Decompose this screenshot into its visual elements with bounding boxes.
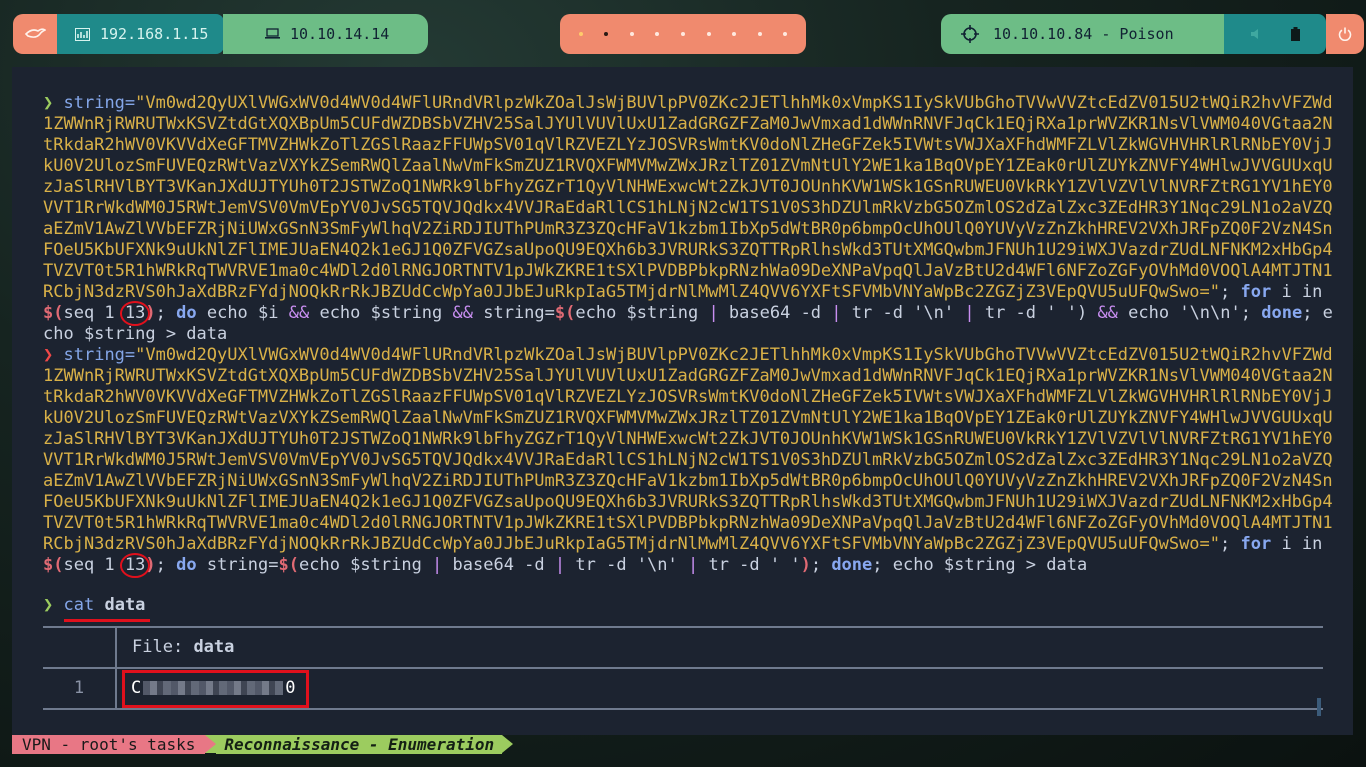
shell-keyword: for [1240,282,1272,302]
shell-keyword: done [831,555,873,575]
workspace-dot[interactable] [757,32,762,36]
shell-token: seq 1 [63,303,125,323]
cat-command: cat [63,595,95,615]
shell-operator: | [432,555,443,575]
workspace-dot[interactable] [578,32,583,36]
shell-token: string= [196,555,279,575]
crosshair-icon [961,25,979,43]
vpn-ip-text: 10.10.14.14 [290,25,390,43]
workspace-dot[interactable] [783,32,788,36]
shell-token: echo $string [309,303,453,323]
power-icon [1338,27,1352,41]
tmux-session[interactable]: VPN - root's tasks [12,735,206,754]
command-substitution: ) [145,303,156,323]
command-substitution: $( [43,555,64,575]
shell-token: i in [1271,534,1333,554]
shell-token: ; [1220,282,1241,302]
terminal-window[interactable]: ❯ string="Vm0wd2QyUXlVWGxWV0d4WV0d4WFlUR… [12,67,1353,735]
command-2: ❯ string="Vm0wd2QyUXlVWGxWV0d4WV0d4WFlUR… [43,345,1333,578]
app-menu-button[interactable] [13,14,57,54]
shell-token: tr -d ' ' [698,555,801,575]
bat-file-label: File: [132,637,184,657]
workspace-dot[interactable] [629,32,634,36]
shell-token: tr -d ' ') [974,303,1088,323]
tmux-window-active[interactable]: Reconnaissance - Enumeration [216,735,503,754]
command-1: ❯ string="Vm0wd2QyUXlVWGxWV0d4WV0d4WFlUR… [43,93,1333,345]
shell-token: echo $i [196,303,289,323]
command-2-var: string= [63,345,136,365]
vpn-ip-indicator: 10.10.14.14 [223,14,428,54]
target-indicator: 10.10.10.84 - Poison [941,14,1224,54]
command-substitution: $( [554,303,576,323]
shell-token: tr -d '\n' [565,555,688,575]
workspace-dot-active[interactable] [604,32,609,36]
shell-operator: | [554,555,566,575]
shell-token: echo '\n\n' [1128,303,1241,323]
shell-keyword: done [1261,303,1303,323]
bat-file-name: data [193,637,235,657]
workspace-dot[interactable] [655,32,660,36]
bat-output: File: data 1 C0 [43,626,1323,716]
command-3: ❯ cat data [43,595,150,622]
command-1-var: string= [63,93,136,113]
shell-operator: | [831,303,842,323]
shell-token: ; echo $string > data [872,555,1088,575]
command-2-base64-string: "Vm0wd2QyUXlVWGxWV0d4WV0d4WFlURndVRlpzWk… [43,345,1333,554]
command-substitution: ) [145,555,156,575]
shell-token: ; [1240,303,1262,323]
shell-token: base64 -d [442,555,555,575]
bat-line: 1 C0 [43,667,1323,708]
system-tray [1224,14,1326,54]
shell-keyword: do [176,303,197,323]
command-substitution: ) [800,555,811,575]
local-ip-text: 192.168.1.15 [100,25,209,43]
redaction-blur [143,680,284,695]
bird-icon [24,28,46,38]
shell-token: tr -d '\n' [841,303,965,323]
laptop-icon [265,28,280,39]
prompt-success-icon: ❯ [43,595,54,615]
workspace-switcher [560,14,806,54]
annotation-underline [64,619,150,622]
cat-arg: data [104,595,146,615]
command-substitution: $( [43,303,64,323]
tmux-status-bar: VPN - root's tasks Reconnaissance - Enum… [12,735,514,754]
shell-operator: | [964,303,975,323]
shell-token: i in [1271,282,1333,302]
shell-keyword: for [1240,534,1272,554]
prompt-error-icon: ❯ [43,345,54,365]
shell-token: base64 -d [718,303,832,323]
shell-token: ; [155,303,177,323]
shell-operator: && [1087,303,1129,323]
speaker-muted-icon[interactable] [1250,28,1264,40]
line-number: 1 [43,669,117,708]
bat-header: File: data [43,628,1323,667]
power-button[interactable] [1326,14,1364,54]
shell-operator: | [708,303,719,323]
shell-operator: && [288,303,310,323]
shell-token: ; [1220,534,1241,554]
workspace-dot[interactable] [706,32,711,36]
workspace-dot[interactable] [732,32,737,36]
shell-token: echo $string [298,555,433,575]
workspace-dot[interactable] [680,32,685,36]
command-1-base64-string: "Vm0wd2QyUXlVWGxWV0d4WV0d4WFlURndVRlpzWk… [43,93,1333,302]
target-text: 10.10.10.84 - Poison [993,25,1174,43]
battery-icon[interactable] [1291,27,1301,41]
shell-token: ; [810,555,832,575]
command-substitution: $( [278,555,299,575]
scrollbar-thumb[interactable] [1317,698,1321,716]
shell-operator: && [452,303,473,323]
shell-token: echo $string [575,303,709,323]
shell-token: string= [473,303,555,323]
prompt-success-icon: ❯ [43,93,54,113]
local-ip-indicator: 192.168.1.15 [57,14,224,54]
shell-token: ; [155,555,177,575]
redacted-password-box: C0 [122,669,309,708]
shell-token: seq 1 [63,555,125,575]
network-icon [75,27,90,41]
shell-keyword: do [176,555,197,575]
shell-operator: | [687,555,699,575]
